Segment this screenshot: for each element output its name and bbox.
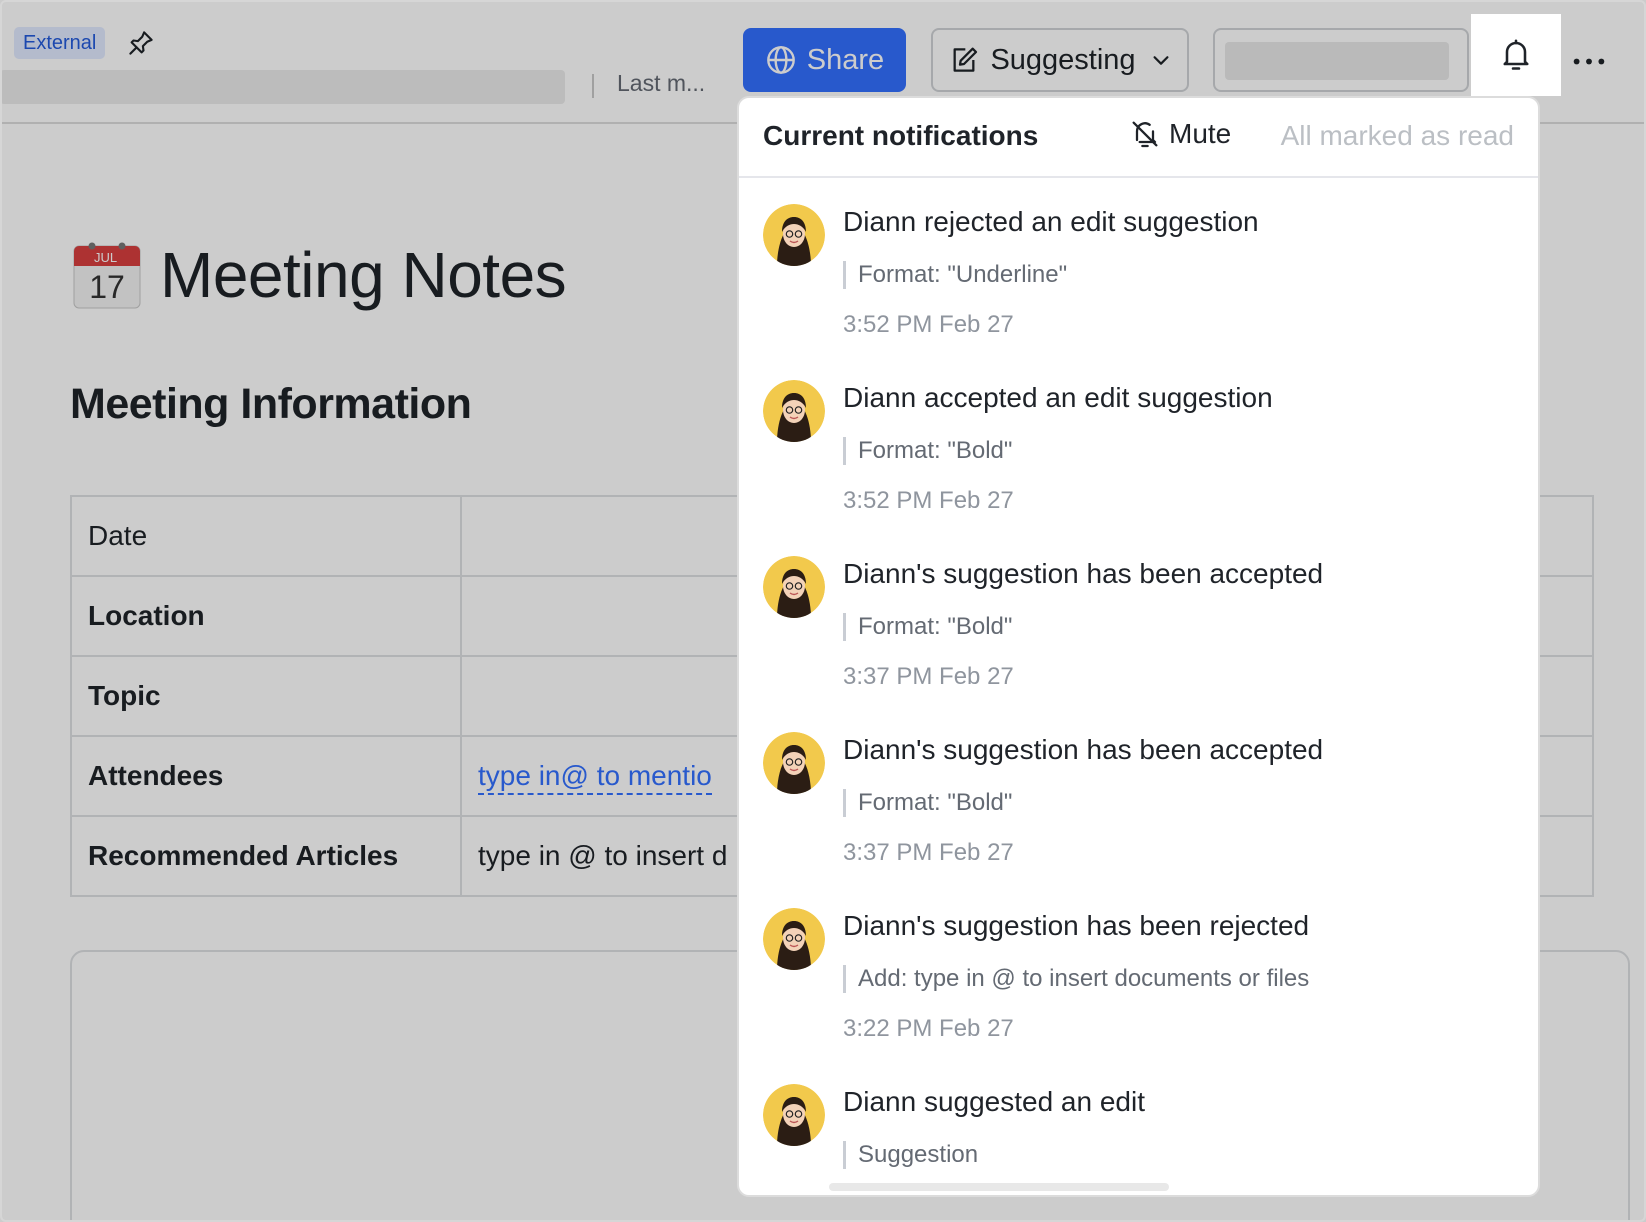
notification-detail: Format: "Bold" xyxy=(843,789,1012,817)
notification-text: Diann's suggestion has been accepted xyxy=(843,558,1324,589)
notification-item[interactable]: Diann suggested an edit Suggestion xyxy=(739,1058,1538,1195)
notification-detail: Format: "Underline" xyxy=(843,261,1067,289)
notification-detail: Format: "Bold" xyxy=(843,437,1012,465)
avatar[interactable] xyxy=(763,204,825,266)
avatar[interactable] xyxy=(763,380,825,442)
notification-item[interactable]: Diann's suggestion has been rejected Add… xyxy=(739,882,1538,1058)
notification-text: Diann rejected an edit suggestion xyxy=(843,206,1259,237)
notification-detail: Add: type in @ to insert documents or fi… xyxy=(843,965,1309,993)
avatar[interactable] xyxy=(763,908,825,970)
notification-detail: Suggestion xyxy=(843,1141,978,1169)
notification-time: 3:52 PM Feb 27 xyxy=(843,487,1014,514)
mute-button[interactable]: Mute xyxy=(1129,118,1231,150)
notification-text: Diann's suggestion has been accepted xyxy=(843,734,1324,765)
notification-item[interactable]: Diann accepted an edit suggestion Format… xyxy=(739,354,1538,530)
avatar[interactable] xyxy=(763,732,825,794)
notifications-panel: Current notifications Mute All marked as… xyxy=(737,96,1540,1197)
mute-label: Mute xyxy=(1169,118,1232,149)
bell-icon xyxy=(1503,39,1529,70)
notification-text: Diann's suggestion has been rejected xyxy=(843,910,1310,941)
notification-item[interactable]: Diann's suggestion has been accepted For… xyxy=(739,706,1538,882)
bell-off-icon xyxy=(1132,121,1158,148)
notification-detail: Format: "Bold" xyxy=(843,613,1012,641)
avatar[interactable] xyxy=(763,1084,825,1146)
notifications-header: Current notifications Mute All marked as… xyxy=(739,98,1538,178)
notification-time: 3:52 PM Feb 27 xyxy=(843,311,1014,338)
notification-item[interactable]: Diann rejected an edit suggestion Format… xyxy=(739,178,1538,354)
notification-time: 3:37 PM Feb 27 xyxy=(843,839,1014,866)
notifications-button[interactable] xyxy=(1471,14,1561,96)
notification-item[interactable]: Diann's suggestion has been accepted For… xyxy=(739,530,1538,706)
notification-time: 3:22 PM Feb 27 xyxy=(843,1015,1014,1042)
avatar[interactable] xyxy=(763,556,825,618)
notifications-list: Diann rejected an edit suggestion Format… xyxy=(739,178,1538,1195)
horizontal-scrollbar[interactable] xyxy=(829,1183,1169,1191)
notification-text: Diann suggested an edit xyxy=(843,1086,1145,1117)
notifications-title: Current notifications xyxy=(763,120,1039,151)
notification-text: Diann accepted an edit suggestion xyxy=(843,382,1273,413)
notification-time: 3:37 PM Feb 27 xyxy=(843,663,1014,690)
mark-all-read-link[interactable]: All marked as read xyxy=(1281,120,1514,152)
